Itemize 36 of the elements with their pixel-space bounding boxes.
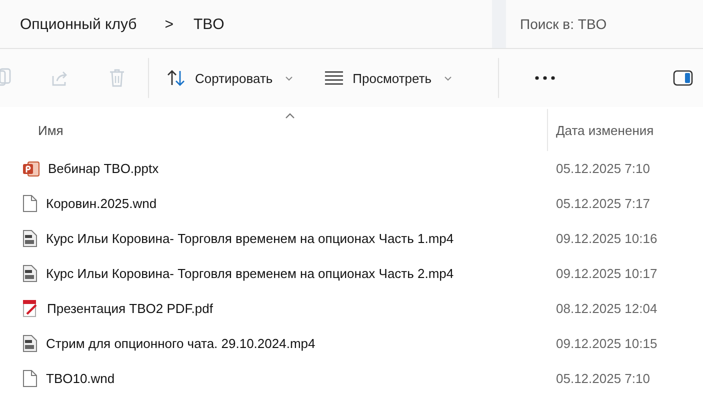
view-button[interactable]: Просмотреть — [318, 66, 458, 90]
modified-date: 08.12.2025 12:04 — [555, 301, 658, 316]
file-name[interactable]: Вебинар TBO.pptx — [48, 161, 159, 176]
sort-button[interactable]: Сортировать — [161, 66, 299, 90]
presentation-file-icon — [22, 160, 40, 178]
breadcrumb-item[interactable]: Опционный клуб — [20, 16, 137, 32]
file-name[interactable]: Курс Ильи Коровина- Торговля временем на опционах Часть 2.mp4 — [46, 266, 454, 281]
modified-date: 09.12.2025 10:17 — [555, 266, 658, 281]
chevron-icon — [444, 76, 452, 80]
more-icon — [534, 76, 555, 80]
file-name[interactable]: Стрим для опционного чата. 29.10.2024.mp4 — [46, 336, 316, 351]
video-file-icon — [22, 264, 38, 283]
column-header[interactable]: Дата изменения — [556, 122, 654, 138]
pdf-file-icon — [22, 299, 39, 318]
video-file-icon — [22, 229, 38, 248]
list-icon — [324, 71, 343, 85]
modified-date: 09.12.2025 10:15 — [555, 336, 658, 351]
search-field[interactable]: Поиск в: TBO — [506, 0, 703, 48]
file-name[interactable]: TBO10.wnd — [46, 371, 115, 386]
address-bar[interactable]: Опционный клуб > TBO — [0, 0, 492, 48]
sort-icon — [167, 70, 185, 86]
video-file-icon — [22, 334, 38, 353]
file-name[interactable]: Курс Ильи Коровина- Торговля временем на опционах Часть 1.mp4 — [46, 231, 454, 246]
modified-date: 09.12.2025 10:16 — [555, 231, 658, 246]
file-name[interactable]: Коровин.2025.wnd — [46, 196, 157, 211]
chevron-icon — [284, 76, 293, 80]
sort-caret-icon — [285, 113, 295, 119]
modified-date: 05.12.2025 7:17 — [555, 196, 650, 211]
breadcrumb-separator: > — [164, 16, 174, 32]
file-icon — [22, 194, 38, 213]
file-name[interactable]: Презентация TBO2 PDF.pdf — [47, 301, 213, 316]
breadcrumb-item[interactable]: TBO — [194, 16, 224, 32]
column-header[interactable]: Имя — [38, 122, 64, 138]
modified-date: 05.12.2025 7:10 — [555, 161, 650, 176]
modified-date: 05.12.2025 7:10 — [555, 371, 650, 386]
file-icon — [22, 369, 38, 388]
